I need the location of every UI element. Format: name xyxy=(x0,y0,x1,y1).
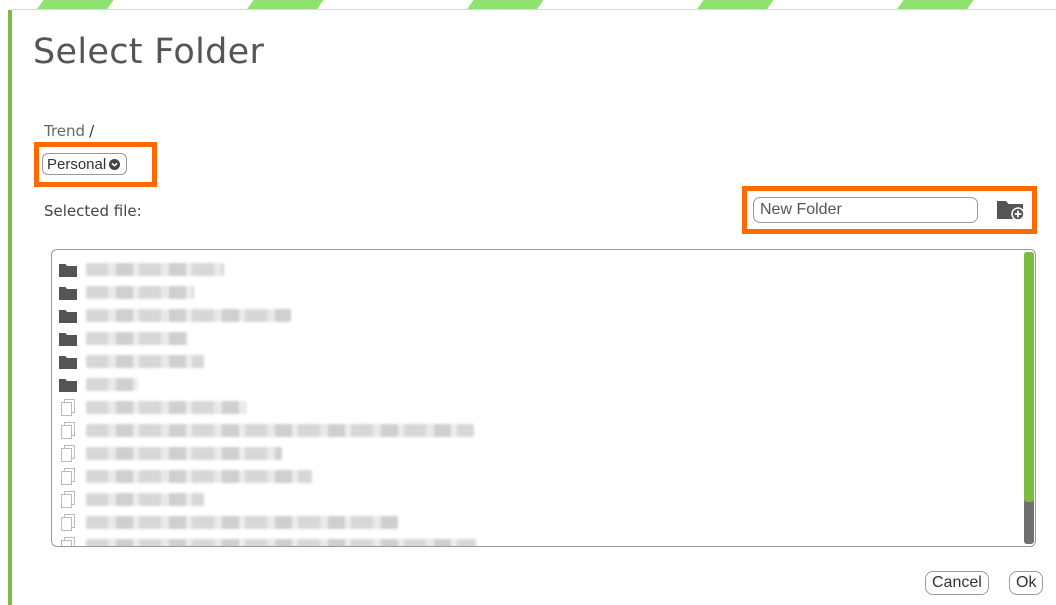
list-item[interactable] xyxy=(58,396,476,419)
redacted-name xyxy=(86,332,188,345)
list-item[interactable] xyxy=(58,304,476,327)
file-icon xyxy=(58,422,78,440)
redacted-name xyxy=(86,263,224,276)
redacted-name xyxy=(86,516,398,529)
file-icon xyxy=(58,445,78,463)
new-folder-input[interactable] xyxy=(753,197,978,223)
file-icon xyxy=(58,399,78,417)
add-folder-icon[interactable] xyxy=(996,198,1026,222)
folder-icon xyxy=(58,307,78,325)
list-item[interactable] xyxy=(58,465,476,488)
ok-button[interactable]: Ok xyxy=(1009,571,1044,595)
file-list[interactable] xyxy=(51,249,1036,547)
breadcrumb: Trend / xyxy=(44,122,94,140)
file-icon xyxy=(58,514,78,532)
top-divider xyxy=(12,9,1056,10)
folder-icon xyxy=(58,330,78,348)
file-icon xyxy=(58,468,78,486)
cancel-button[interactable]: Cancel xyxy=(925,571,989,595)
list-item[interactable] xyxy=(58,534,476,546)
breadcrumb-separator: / xyxy=(89,122,95,140)
dialog-title: Select Folder xyxy=(33,32,265,72)
folder-select-value: Personal xyxy=(47,155,107,173)
list-item[interactable] xyxy=(58,350,476,373)
list-item[interactable] xyxy=(58,442,476,465)
redacted-name xyxy=(86,424,474,437)
list-item[interactable] xyxy=(58,373,476,396)
redacted-name xyxy=(86,401,246,414)
folder-select[interactable]: Personal xyxy=(42,153,128,175)
breadcrumb-root[interactable]: Trend xyxy=(44,122,85,140)
scrollbar-thumb[interactable] xyxy=(1024,252,1034,502)
redacted-name xyxy=(86,286,194,299)
folder-icon xyxy=(58,261,78,279)
file-icon xyxy=(58,537,78,546)
list-item[interactable] xyxy=(58,327,476,350)
list-item[interactable] xyxy=(58,488,476,511)
accent-bar xyxy=(8,10,12,605)
file-list-rows xyxy=(58,258,476,546)
selected-file-label: Selected file: xyxy=(44,202,142,220)
list-item[interactable] xyxy=(58,258,476,281)
redacted-name xyxy=(86,309,291,322)
redacted-name xyxy=(86,539,476,546)
list-item[interactable] xyxy=(58,511,476,534)
list-item[interactable] xyxy=(58,419,476,442)
list-item[interactable] xyxy=(58,281,476,304)
folder-icon xyxy=(58,353,78,371)
folder-icon xyxy=(58,284,78,302)
redacted-name xyxy=(86,493,204,506)
redacted-name xyxy=(86,447,282,460)
chevron-down-icon xyxy=(109,158,121,170)
redacted-name xyxy=(86,378,138,391)
redacted-name xyxy=(86,470,312,483)
file-icon xyxy=(58,491,78,509)
folder-icon xyxy=(58,376,78,394)
redacted-name xyxy=(86,355,204,368)
